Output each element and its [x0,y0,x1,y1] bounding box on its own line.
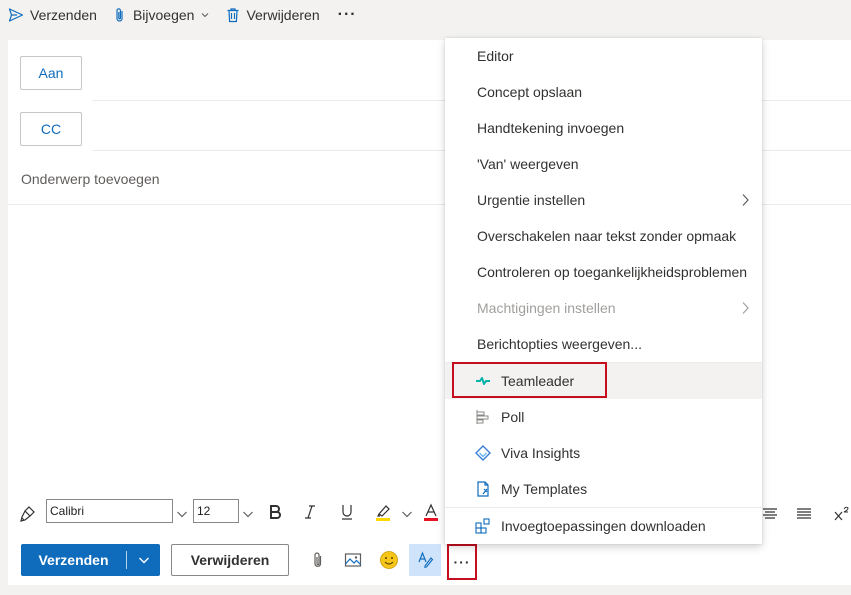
chevron-right-icon [740,193,750,210]
to-button[interactable]: Aan [20,56,82,90]
menu-item-poll[interactable]: Poll [445,399,762,435]
more-options-menu: Editor Concept opslaan Handtekening invo… [445,38,762,544]
font-size-input[interactable]: 12 [193,499,239,523]
viva-insights-icon [475,445,491,461]
menu-item-get-addins-label: Invoegtoepassingen downloaden [501,518,706,534]
cc-button[interactable]: CC [20,112,82,146]
attach-toolbar-label: Bijvoegen [132,7,195,23]
top-toolbar: Verzenden Bijvoegen Verwijderen ··· [0,0,851,30]
highlight-dropdown-icon[interactable] [395,502,419,526]
add-ins-grid-icon [475,518,491,534]
menu-item-set-permissions: Machtigingen instellen [445,290,762,326]
subject-input[interactable]: Onderwerp toevoegen [21,171,160,187]
teamleader-highlight-box [452,362,607,398]
more-toolbar-button[interactable]: ··· [328,0,367,30]
menu-item-set-importance-label: Urgentie instellen [477,192,586,208]
font-size-dropdown-icon[interactable] [236,502,260,526]
superscript-icon[interactable] [830,502,851,526]
menu-item-editor[interactable]: Editor [445,38,762,74]
attach-file-icon[interactable] [306,548,330,572]
menu-item-check-accessibility[interactable]: Controleren op toegankelijkheidsprobleme… [445,254,762,290]
menu-item-set-permissions-label: Machtigingen instellen [477,300,616,316]
menu-item-poll-label: Poll [501,409,525,425]
trash-icon [226,7,240,23]
editor-pen-icon [416,550,434,571]
my-templates-icon [475,481,491,497]
menu-item-my-templates[interactable]: My Templates [445,471,762,507]
emoji-icon[interactable] [377,548,401,572]
poll-icon [475,409,491,425]
delete-toolbar-button[interactable]: Verwijderen [218,0,327,30]
menu-item-get-addins[interactable]: Invoegtoepassingen downloaden [445,508,762,544]
highlight-icon[interactable] [371,500,395,524]
menu-item-viva-insights-label: Viva Insights [501,445,581,461]
send-options-chevron-icon[interactable] [127,555,160,565]
underline-icon[interactable] [335,500,359,524]
discard-button[interactable]: Verwijderen [171,544,289,576]
more-options-button[interactable]: ··· [447,544,477,580]
menu-item-my-templates-label: My Templates [501,481,588,497]
menu-item-message-options[interactable]: Berichtopties weergeven... [445,326,762,362]
font-name-dropdown-icon[interactable] [170,502,194,526]
menu-item-set-importance[interactable]: Urgentie instellen [445,182,762,218]
send-toolbar-button[interactable]: Verzenden [0,0,105,30]
menu-item-insert-signature[interactable]: Handtekening invoegen [445,110,762,146]
send-button[interactable]: Verzenden [21,544,160,576]
delete-toolbar-label: Verwijderen [246,7,320,23]
format-painter-icon[interactable] [16,502,40,526]
chevron-right-icon [740,301,750,318]
editor-button[interactable] [409,544,441,576]
menu-item-show-from[interactable]: 'Van' weergeven [445,146,762,182]
paperclip-icon [113,7,127,23]
menu-item-switch-plain-text[interactable]: Overschakelen naar tekst zonder opmaak [445,218,762,254]
menu-item-viva-insights[interactable]: Viva Insights [445,435,762,471]
send-toolbar-label: Verzenden [30,7,97,23]
attach-toolbar-button[interactable]: Bijvoegen [105,0,219,30]
insert-picture-icon[interactable] [341,548,365,572]
chevron-down-icon [200,10,210,20]
justify-icon[interactable] [792,502,816,526]
bold-icon[interactable] [263,500,287,524]
italic-icon[interactable] [298,500,322,524]
send-button-label: Verzenden [38,552,109,568]
send-icon [8,7,24,23]
font-color-icon[interactable] [419,500,443,524]
font-name-input[interactable]: Calibri [46,499,173,523]
menu-item-save-draft[interactable]: Concept opslaan [445,74,762,110]
action-bar: Verzenden Verwijderen ··· [8,537,851,585]
